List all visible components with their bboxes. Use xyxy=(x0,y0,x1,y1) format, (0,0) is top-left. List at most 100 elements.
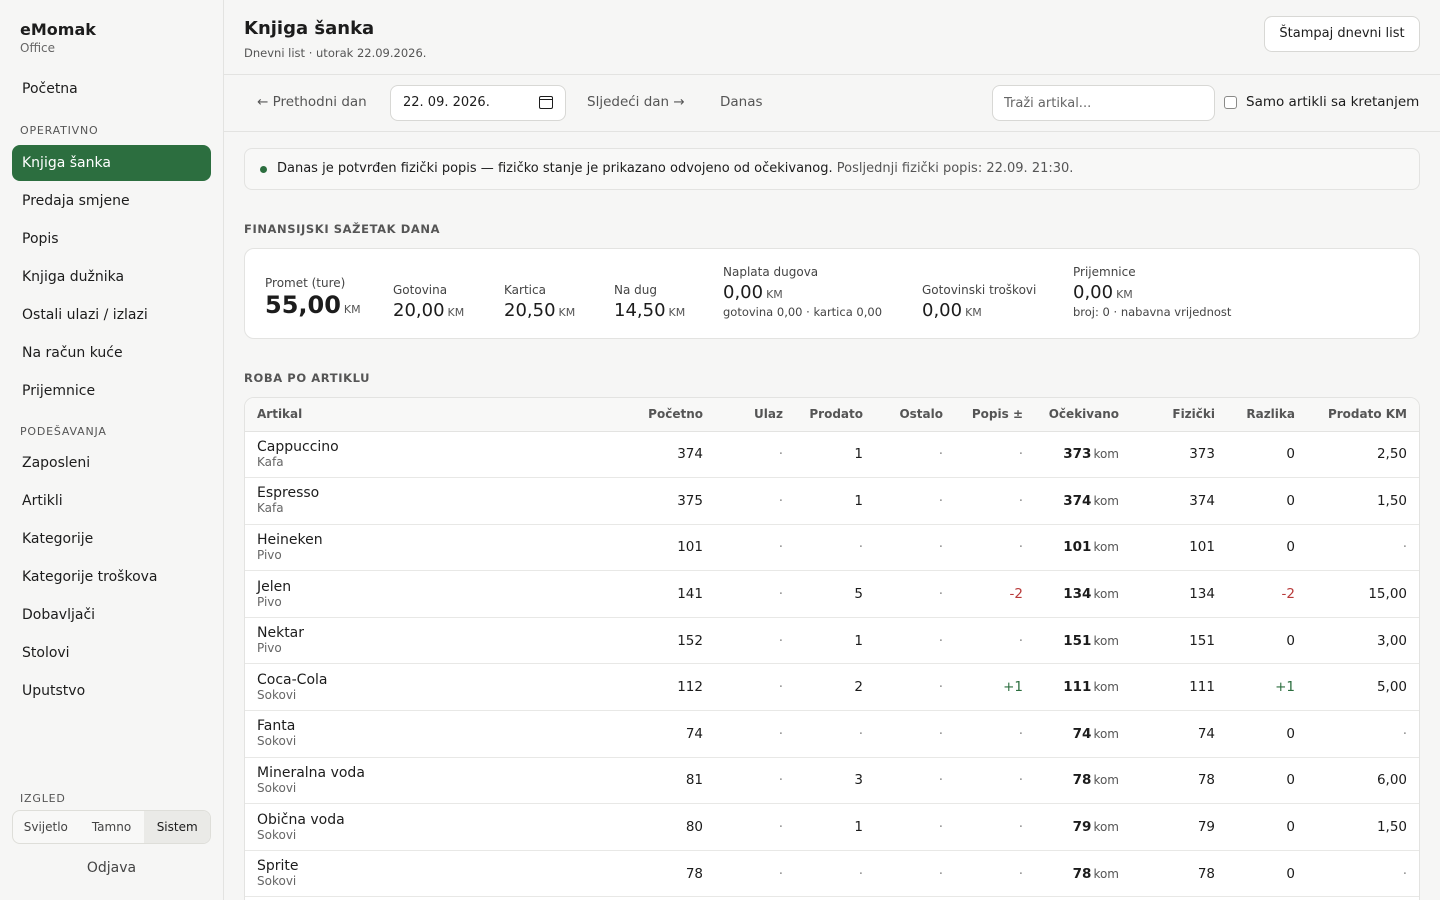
cell-physical: 374 xyxy=(1131,477,1227,525)
column-header-start[interactable]: Početno xyxy=(625,398,715,432)
cell-count-adjust: · xyxy=(955,757,1035,805)
cell-difference: +1 xyxy=(1227,663,1307,712)
nav-item-expense-categories[interactable]: Kategorije troškova xyxy=(12,559,211,595)
article-search-input[interactable] xyxy=(992,85,1215,121)
cell-difference: 0 xyxy=(1227,617,1307,665)
summary-card: Kartica 20,50 KM xyxy=(504,283,575,321)
cell-sold: 2 xyxy=(795,663,875,712)
cell-sold-km: · xyxy=(1307,524,1419,572)
cell-expected: 79 xyxy=(1072,819,1092,836)
nav-item-tables[interactable]: Stolovi xyxy=(12,635,211,671)
table-row[interactable]: Espresso Kafa 375 · 1 · · 374 kom 374 0 1,… xyxy=(245,477,1419,525)
nav-item-employees[interactable]: Zaposleni xyxy=(12,445,211,481)
nav-item-home[interactable]: Početna xyxy=(12,71,211,107)
cell-start: 152 xyxy=(625,617,715,665)
cell-expected-unit: kom xyxy=(1093,773,1119,788)
column-header-difference[interactable]: Razlika xyxy=(1227,398,1307,432)
theme-option-system[interactable]: Sistem xyxy=(144,811,210,843)
print-daily-sheet-button[interactable]: Štampaj dnevni list xyxy=(1264,16,1420,52)
cell-in: · xyxy=(715,524,795,572)
cell-difference: 0 xyxy=(1227,757,1307,805)
column-header-other[interactable]: Ostalo xyxy=(875,398,955,432)
column-header-sold-km[interactable]: Prodato KM xyxy=(1307,398,1419,432)
article-name: Fanta xyxy=(257,718,296,735)
cell-expected: 151 xyxy=(1063,632,1092,649)
table-row[interactable]: Mineralna voda Sokovi 81 · 3 · · 78 kom 78… xyxy=(245,757,1419,805)
nav-section-settings: PODEŠAVANJA xyxy=(20,425,107,438)
nav-item-debtors-book[interactable]: Knjiga dužnika xyxy=(12,259,211,295)
column-header-in[interactable]: Ulaz xyxy=(715,398,795,432)
theme-option-dark[interactable]: Tamno xyxy=(79,811,145,843)
column-header-expected[interactable]: Očekivano xyxy=(1035,398,1131,432)
cell-expected: 111 xyxy=(1063,679,1092,696)
cell-sold-km: 3,00 xyxy=(1307,617,1419,665)
cell-difference: -2 xyxy=(1227,570,1307,618)
article-category: Sokovi xyxy=(257,874,297,889)
next-day-button[interactable]: Sljedeći dan → xyxy=(587,94,685,110)
table-row[interactable]: Nektar Pivo 152 · 1 · · 151 kom 151 0 3,00 xyxy=(245,617,1419,665)
column-header-physical[interactable]: Fizički xyxy=(1131,398,1227,432)
today-button[interactable]: Danas xyxy=(720,94,763,110)
nav-item-inventory[interactable]: Popis xyxy=(12,221,211,257)
prev-day-button[interactable]: ← Prethodni dan xyxy=(257,94,367,110)
cell-count-adjust: · xyxy=(955,524,1035,572)
cell-sold: 5 xyxy=(795,570,875,618)
nav-section-operative: OPERATIVNO xyxy=(20,124,99,137)
movement-only-label[interactable]: Samo artikli sa kretanjem xyxy=(1246,94,1419,110)
calendar-icon[interactable] xyxy=(539,96,553,109)
table-row[interactable]: Coca-Cola Sokovi 112 · 2 · +1 111 kom 111 … xyxy=(245,663,1419,712)
column-header-count-adjust[interactable]: Popis ± xyxy=(955,398,1035,432)
nav-item-bar-book[interactable]: Knjiga šanka xyxy=(12,145,211,181)
brand-name: eMomak xyxy=(20,20,96,39)
nav-item-articles[interactable]: Artikli xyxy=(12,483,211,519)
sidebar: eMomak Office Početna OPERATIVNO Knjiga … xyxy=(0,0,224,900)
summary-cash-expenses-value: 0,00 xyxy=(922,300,963,321)
cell-in: · xyxy=(715,617,795,665)
summary-receipts-unit: KM xyxy=(1116,288,1133,301)
cell-sold: 3 xyxy=(795,757,875,805)
cell-count-adjust: · xyxy=(955,710,1035,758)
cell-other: · xyxy=(875,477,955,525)
table-row[interactable]: Sprite Sokovi 78 · · · · 78 kom 78 0 · xyxy=(245,850,1419,898)
movement-only-checkbox[interactable] xyxy=(1224,95,1237,109)
date-picker[interactable]: 22. 09. 2026. xyxy=(390,85,566,121)
nav-item-categories[interactable]: Kategorije xyxy=(12,521,211,557)
cell-in: · xyxy=(715,757,795,805)
cell-sold: · xyxy=(795,710,875,758)
nav-item-guide[interactable]: Uputstvo xyxy=(12,673,211,709)
cell-start: 74 xyxy=(625,710,715,758)
summary-cash-value: 20,00 xyxy=(393,300,445,321)
cell-expected: 78 xyxy=(1072,865,1092,882)
article-category: Pivo xyxy=(257,547,282,562)
article-category: Sokovi xyxy=(257,734,297,749)
column-header-article[interactable]: Artikal xyxy=(245,398,625,432)
cell-physical: 78 xyxy=(1131,757,1227,805)
nav-item-suppliers[interactable]: Dobavljači xyxy=(12,597,211,633)
table-row[interactable]: Cappuccino Kafa 374 · 1 · · 373 kom 373 0 … xyxy=(245,431,1419,479)
nav-item-receipts[interactable]: Prijemnice xyxy=(12,373,211,409)
table-row[interactable]: Heineken Pivo 101 · · · · 101 kom 101 0 · xyxy=(245,524,1419,572)
cell-start: 112 xyxy=(625,663,715,712)
table-row[interactable]: Jelen Pivo 141 · 5 · -2 134 kom 134 -2 15,… xyxy=(245,570,1419,618)
cell-start: 101 xyxy=(625,524,715,572)
nav-item-house-account[interactable]: Na račun kuće xyxy=(12,335,211,371)
day-toolbar: ← Prethodni dan 22. 09. 2026. Sljedeći d… xyxy=(224,76,1440,132)
table-row[interactable]: Fanta Sokovi 74 · · · · 74 kom 74 0 · xyxy=(245,710,1419,758)
summary-receipts-note: broj: 0 · nabavna vrijednost xyxy=(1073,305,1232,319)
column-header-sold[interactable]: Prodato xyxy=(795,398,875,432)
theme-option-light[interactable]: Svijetlo xyxy=(13,811,79,843)
movement-only-filter[interactable]: Samo artikli sa kretanjem xyxy=(1224,94,1419,110)
table-row[interactable]: Obična voda Sokovi 80 · 1 · · 79 kom 79 0 … xyxy=(245,803,1419,851)
cell-other: · xyxy=(875,757,955,805)
logout-button[interactable]: Odjava xyxy=(12,860,211,876)
cell-expected-unit: kom xyxy=(1093,447,1119,462)
cell-start: 141 xyxy=(625,570,715,618)
goods-table-container: Artikal Početno Ulaz Prodato Ostalo Popi… xyxy=(244,397,1420,900)
nav-item-other-in-out[interactable]: Ostali ulazi / izlazi xyxy=(12,297,211,333)
cell-physical: 373 xyxy=(1131,431,1227,479)
theme-switch: Svijetlo Tamno Sistem xyxy=(12,810,211,844)
nav-item-shift-handover[interactable]: Predaja smjene xyxy=(12,183,211,219)
summary-debt-label: Na dug xyxy=(614,283,657,297)
cell-expected-unit: kom xyxy=(1093,820,1119,835)
cell-sold-km: · xyxy=(1307,710,1419,758)
